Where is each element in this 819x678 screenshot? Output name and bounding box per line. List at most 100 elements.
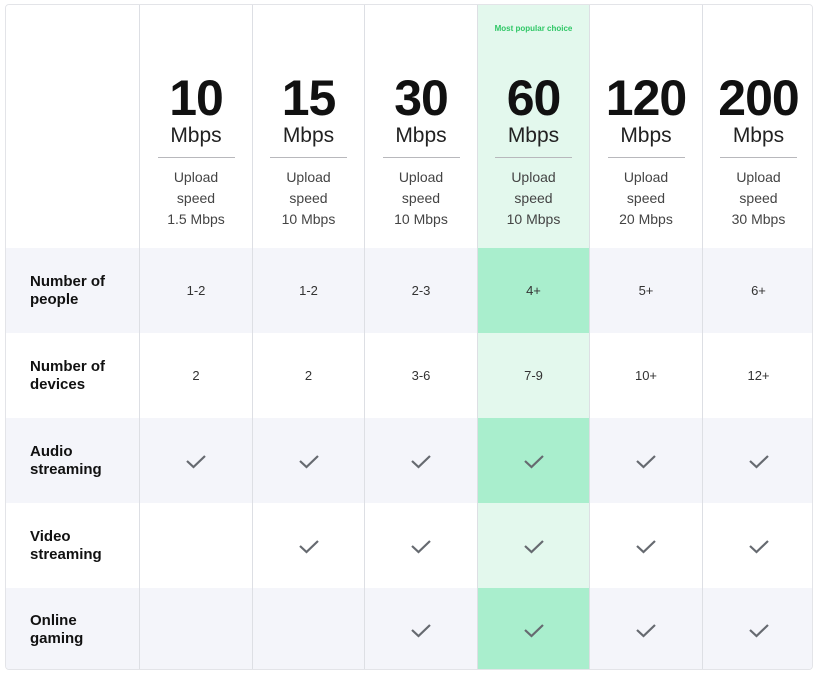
upload-speed-line: Upload xyxy=(736,169,781,185)
check-icon xyxy=(748,538,770,554)
header-divider xyxy=(495,157,572,158)
table-cell: 3-6 xyxy=(364,333,477,418)
check-icon xyxy=(523,622,545,638)
row-label-line: Number of xyxy=(30,357,105,375)
upload-speed-line: 10 Mbps xyxy=(394,211,448,227)
table-cell xyxy=(702,503,812,588)
check-icon xyxy=(635,622,657,638)
cell-value: 5+ xyxy=(638,283,654,298)
upload-speed: Upload speed 10 Mbps xyxy=(264,167,354,230)
cell-value: 2 xyxy=(304,368,313,383)
upload-speed: Upload speed 20 Mbps xyxy=(601,167,691,230)
table-cell: 2 xyxy=(252,333,364,418)
check-icon xyxy=(410,453,432,469)
check-icon xyxy=(410,538,432,554)
table-cell xyxy=(364,588,477,669)
check-icon xyxy=(748,453,770,469)
check-icon xyxy=(185,453,207,469)
table-cell: 2-3 xyxy=(364,248,477,333)
table-cell xyxy=(589,588,702,669)
table-cell: 1-2 xyxy=(252,248,364,333)
most-popular-badge: Most popular choice xyxy=(494,24,573,33)
plan-header-60[interactable]: Most popular choice 60 Mbps Upload speed 10 M… xyxy=(477,5,589,248)
header-divider xyxy=(270,157,347,158)
upload-speed-line: speed xyxy=(514,190,553,206)
cell-value: 3-6 xyxy=(411,368,431,383)
check-icon xyxy=(748,622,770,638)
upload-speed: Upload speed 10 Mbps xyxy=(376,167,466,230)
upload-speed-line: Upload xyxy=(286,169,331,185)
plan-speed: 60 xyxy=(506,70,562,126)
table-cell: 7-9 xyxy=(477,333,589,418)
cell-value: 6+ xyxy=(751,283,766,298)
check-icon xyxy=(523,538,545,554)
plan-header-15[interactable]: 15 Mbps Upload speed 10 Mbps xyxy=(252,5,364,248)
plan-speed: 30 xyxy=(394,70,449,126)
header-divider xyxy=(720,157,797,158)
header-corner xyxy=(6,5,139,248)
plan-speed-unit: Mbps xyxy=(507,124,560,147)
upload-speed-line: speed xyxy=(401,190,441,206)
plan-header-30[interactable]: 30 Mbps Upload speed 10 Mbps xyxy=(364,5,477,248)
upload-speed-line: 10 Mbps xyxy=(281,211,336,227)
plan-speed-unit: Mbps xyxy=(395,124,447,147)
row-label-cell: Online gaming xyxy=(6,588,139,669)
row-label-line: devices xyxy=(30,375,86,393)
row-label-line: Video xyxy=(30,527,71,545)
row-label-line: people xyxy=(30,290,79,308)
upload-speed: Upload speed 1.5 Mbps xyxy=(151,167,241,230)
upload-speed-line: Upload xyxy=(398,169,444,185)
table-cell xyxy=(702,588,812,669)
upload-speed-line: Upload xyxy=(623,169,669,185)
check-icon xyxy=(298,538,320,554)
table-cell: 5+ xyxy=(589,248,702,333)
table-cell xyxy=(364,503,477,588)
table-cell xyxy=(477,588,589,669)
row-label: Number of devices xyxy=(30,358,120,394)
header-divider xyxy=(382,157,460,158)
row-label-line: Number of xyxy=(30,272,105,290)
cell-value: 2-3 xyxy=(411,283,431,298)
upload-speed-line: 1.5 Mbps xyxy=(167,211,225,227)
plan-speed: 10 xyxy=(169,70,224,126)
check-icon xyxy=(523,453,545,469)
table-cell: 6+ xyxy=(702,248,812,333)
table-cell: 1-2 xyxy=(139,248,252,333)
plan-header-10[interactable]: 10 Mbps Upload speed 1.5 Mbps xyxy=(139,5,252,248)
cell-value: 10+ xyxy=(634,368,658,383)
plan-comparison-table: 10 Mbps Upload speed 1.5 Mbps 15 Mbps Upload spe… xyxy=(5,4,813,670)
plan-speed-unit: Mbps xyxy=(170,124,222,147)
table-cell xyxy=(477,418,589,503)
plan-speed: 15 xyxy=(281,70,337,126)
header-divider xyxy=(607,157,685,158)
table-cell xyxy=(139,588,252,669)
row-label-cell: Number of people xyxy=(6,248,139,333)
upload-speed-line: speed xyxy=(289,190,328,206)
table-cell xyxy=(252,503,364,588)
cell-value: 4+ xyxy=(526,283,541,298)
upload-speed: Upload speed 10 Mbps xyxy=(489,167,579,230)
cell-value: 1-2 xyxy=(186,283,206,298)
cell-value: 12+ xyxy=(747,368,770,383)
upload-speed: Upload speed 30 Mbps xyxy=(714,167,804,230)
upload-speed-line: 30 Mbps xyxy=(731,211,786,227)
row-label-line: Online xyxy=(30,611,77,629)
plan-header-200[interactable]: 200 Mbps Upload speed 30 Mbps xyxy=(702,5,812,248)
upload-speed-line: speed xyxy=(739,190,778,206)
check-icon xyxy=(298,453,320,469)
row-label-cell: Number of devices xyxy=(6,333,139,418)
plan-speed-unit: Mbps xyxy=(620,124,672,147)
plan-header-120[interactable]: 120 Mbps Upload speed 20 Mbps xyxy=(589,5,702,248)
check-icon xyxy=(410,622,432,638)
row-label: Video streaming xyxy=(30,528,120,564)
check-icon xyxy=(635,453,657,469)
table-cell xyxy=(252,418,364,503)
table-cell xyxy=(477,503,589,588)
row-label: Online gaming xyxy=(30,612,120,648)
row-label-line: streaming xyxy=(30,545,102,563)
table-cell xyxy=(364,418,477,503)
cell-value: 7-9 xyxy=(524,368,543,383)
table-cell: 12+ xyxy=(702,333,812,418)
header-divider xyxy=(157,157,235,158)
plan-speed-unit: Mbps xyxy=(282,124,335,147)
